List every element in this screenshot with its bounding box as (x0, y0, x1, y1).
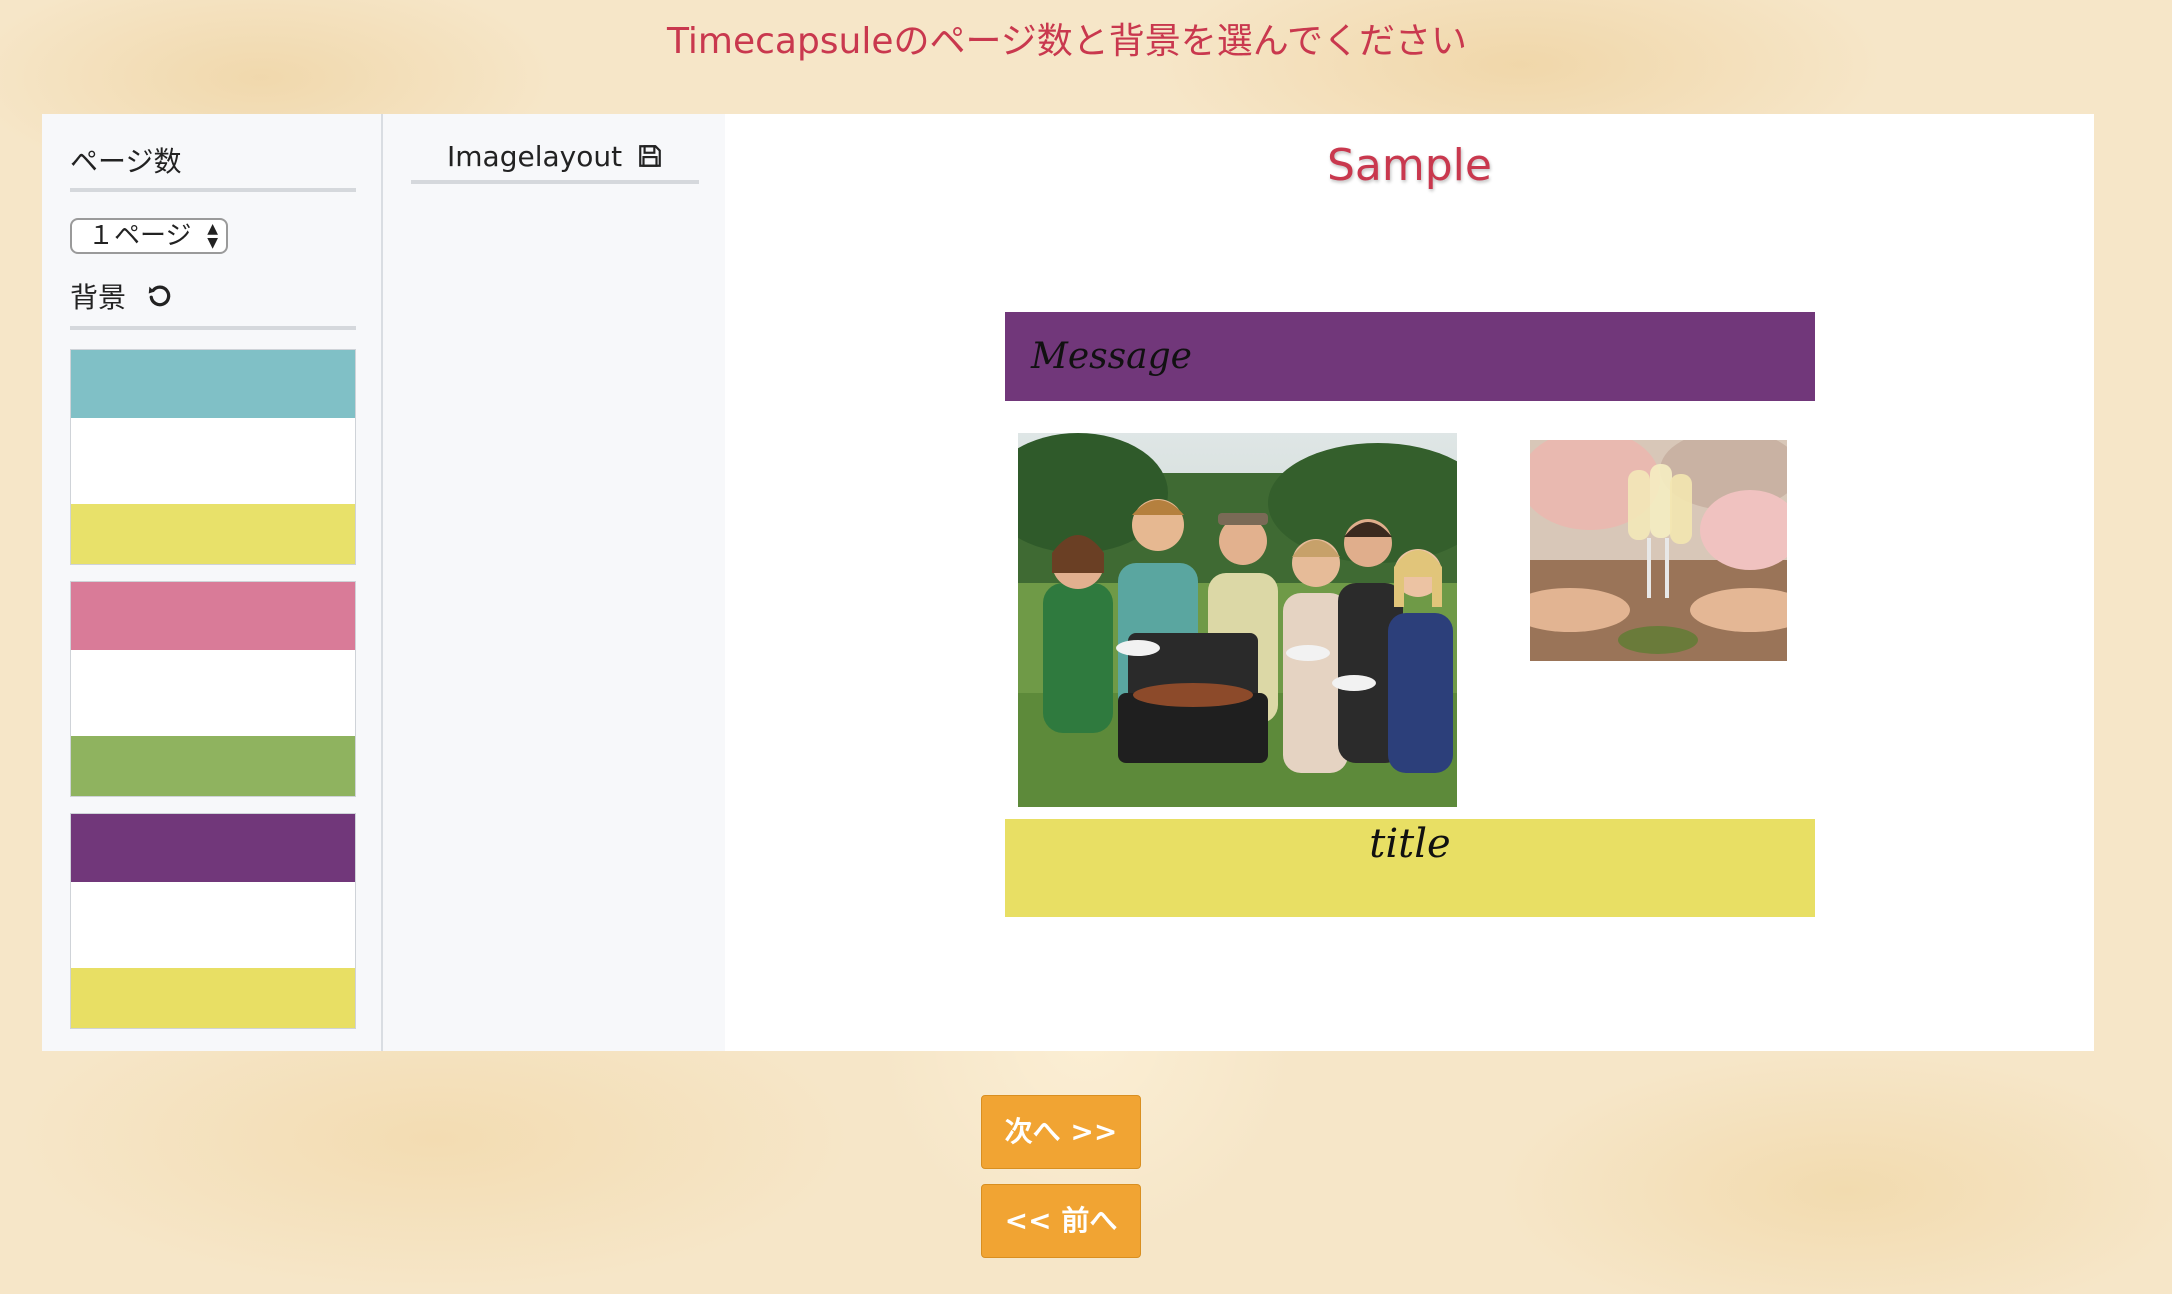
swatch-middle-band (71, 418, 355, 504)
caption-band[interactable]: title (1005, 819, 1815, 917)
page-count-value: １ページ (88, 221, 192, 251)
swatch-top-band (71, 350, 355, 418)
page-title: Timecapsuleのページ数と背景を選んでください (666, 21, 1467, 62)
layout-column: Imagelayout (383, 114, 725, 1051)
swatch-bottom-band (71, 504, 355, 564)
select-arrows-icon: ▲ ▼ (207, 221, 218, 251)
swatch-middle-band (71, 882, 355, 968)
swatch-option[interactable] (70, 349, 356, 565)
image-layout-heading: Imagelayout (411, 140, 699, 184)
editor-panel: ページ数 １ページ ▲ ▼ 背景 Imagelayout Sample Mess… (42, 114, 2094, 1051)
group-bbq-photo[interactable] (1018, 433, 1457, 807)
background-swatches (70, 349, 356, 1045)
swatch-middle-band (71, 650, 355, 736)
save-icon[interactable] (637, 143, 663, 176)
background-label: 背景 (70, 281, 127, 314)
background-heading: 背景 (70, 276, 356, 330)
sample-title: Sample (1327, 140, 1492, 191)
caption-text: title (1369, 821, 1451, 867)
swatch-bottom-band (71, 736, 355, 796)
swatch-top-band (71, 582, 355, 650)
pages-heading: ページ数 (70, 140, 356, 192)
message-band[interactable]: Message (1005, 312, 1815, 401)
settings-column: ページ数 １ページ ▲ ▼ 背景 (42, 114, 383, 1051)
previous-button[interactable]: << 前へ (981, 1184, 1141, 1258)
swatch-bottom-band (71, 968, 355, 1028)
swatch-option[interactable] (70, 581, 356, 797)
image-layout-label: Imagelayout (447, 140, 623, 173)
page-count-select[interactable]: １ページ ▲ ▼ (70, 218, 228, 254)
next-button[interactable]: 次へ >> (981, 1095, 1141, 1169)
champagne-toast-photo[interactable] (1530, 440, 1787, 661)
sample-preview: Sample Message title (725, 114, 2094, 1051)
reset-icon[interactable] (145, 281, 175, 318)
pages-label: ページ数 (70, 145, 182, 178)
message-text: Message (1031, 336, 1192, 377)
swatch-top-band (71, 814, 355, 882)
swatch-option[interactable] (70, 813, 356, 1029)
